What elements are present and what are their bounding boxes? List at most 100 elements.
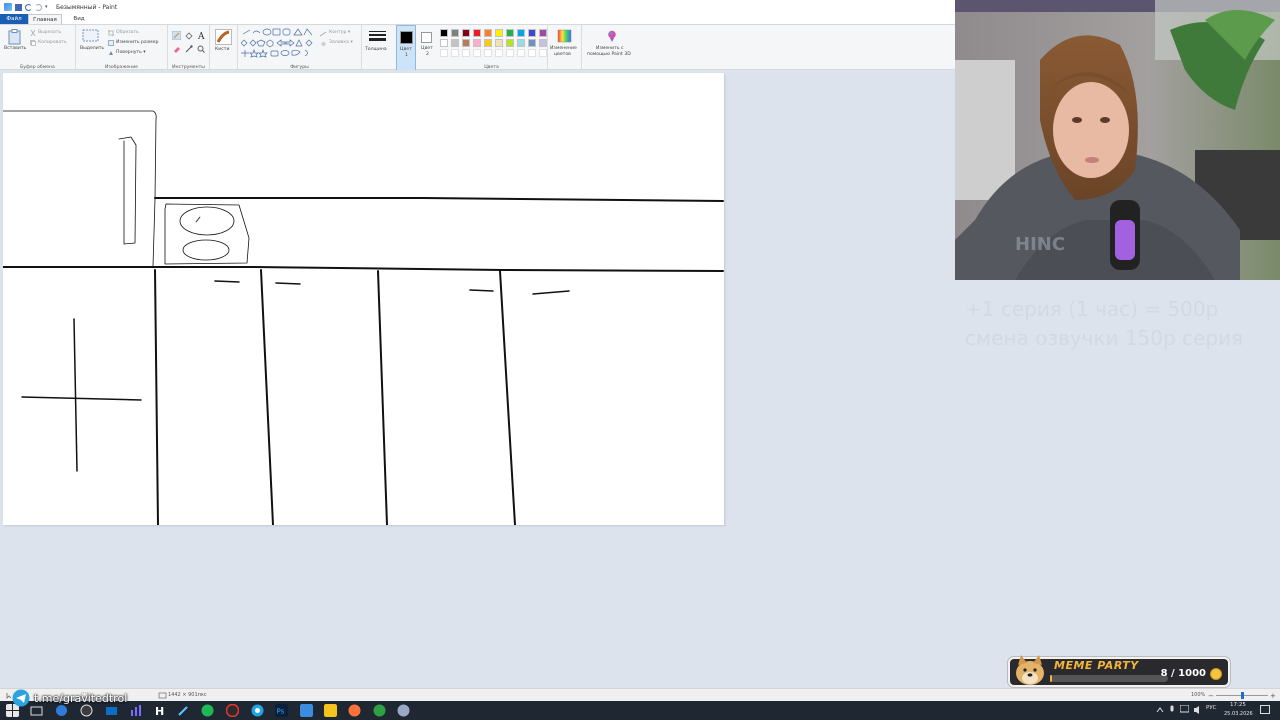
palette-swatch[interactable] [440, 29, 448, 37]
firefox-icon[interactable] [348, 704, 361, 717]
brushes-button[interactable]: Кисти [215, 47, 229, 52]
palette-swatch[interactable] [473, 39, 481, 47]
paint-taskbar-icon[interactable] [300, 704, 313, 717]
color2-selector[interactable]: Цвет 2 [418, 25, 436, 71]
palette-swatch[interactable] [440, 39, 448, 47]
pencil-icon[interactable] [172, 31, 181, 40]
browser-icon[interactable] [55, 704, 68, 717]
custom-color-slot[interactable] [440, 49, 448, 57]
custom-color-slot[interactable] [506, 49, 514, 57]
copy-button[interactable]: Копировать [38, 40, 67, 45]
color1-selector[interactable]: Цвет 1 [396, 25, 416, 71]
chrome-icon[interactable] [251, 704, 264, 717]
palette-swatch[interactable] [473, 29, 481, 37]
outline-dropdown[interactable]: Контур ▾ [329, 30, 350, 35]
crop-button[interactable]: Обрезать [116, 30, 139, 35]
hypixel-icon[interactable]: H [153, 704, 166, 717]
line-thickness-icon[interactable] [369, 31, 386, 43]
steam-icon[interactable] [397, 704, 410, 717]
clock-date[interactable]: 25.03.2026 [1224, 711, 1253, 717]
palette-swatch[interactable] [484, 39, 492, 47]
file-menu[interactable]: Файл [0, 14, 28, 24]
eraser-icon[interactable] [173, 45, 181, 53]
photoshop-icon[interactable]: Ps [275, 704, 288, 717]
size-button[interactable]: Толщина [365, 47, 387, 52]
customize-quick-access-icon[interactable]: ▾ [45, 3, 50, 11]
shapes-gallery[interactable] [241, 28, 317, 58]
volume-icon[interactable] [1193, 705, 1203, 715]
task-view-icon[interactable] [30, 704, 43, 717]
brush-icon[interactable] [215, 29, 232, 45]
select-button[interactable]: Выделить [80, 46, 104, 51]
edit-colors-line2[interactable]: цветов [554, 52, 571, 57]
save-icon[interactable] [15, 3, 22, 11]
paint3d-line1[interactable]: Изменить с [596, 46, 624, 51]
canvas-workspace [0, 70, 955, 688]
select-icon[interactable] [82, 29, 100, 43]
palette-swatch[interactable] [495, 39, 503, 47]
magnifier-icon[interactable] [197, 45, 205, 53]
resize-button[interactable]: Изменить размер [116, 40, 158, 45]
language-indicator[interactable]: РУС [1206, 705, 1217, 711]
palette-swatch[interactable] [451, 39, 459, 47]
zoom-slider[interactable]: − + [1208, 691, 1276, 700]
palette-swatch[interactable] [517, 29, 525, 37]
stroke-cross-horizontal [21, 396, 142, 401]
tab-home[interactable]: Главная [28, 14, 62, 24]
custom-color-slot[interactable] [473, 49, 481, 57]
custom-color-slot[interactable] [451, 49, 459, 57]
drawing-canvas[interactable] [2, 73, 724, 526]
palette-swatch[interactable] [539, 39, 547, 47]
custom-color-slot[interactable] [462, 49, 470, 57]
custom-color-slot[interactable] [517, 49, 525, 57]
palette-swatch[interactable] [506, 39, 514, 47]
clock-time[interactable]: 17:25 [1230, 702, 1246, 708]
xbox-icon[interactable] [373, 704, 386, 717]
text-tool-icon[interactable]: A [197, 31, 205, 40]
palette-swatch[interactable] [528, 39, 536, 47]
custom-color-slot[interactable] [539, 49, 547, 57]
yandex-icon[interactable] [324, 704, 337, 717]
paint3d-icon[interactable] [607, 30, 617, 43]
palette-swatch[interactable] [539, 29, 547, 37]
paste-icon[interactable] [8, 29, 22, 45]
pen-app-icon[interactable] [177, 704, 190, 717]
tray-chevron-icon[interactable] [1156, 706, 1164, 714]
edit-colors-line1[interactable]: Изменение [550, 46, 577, 51]
fill-dropdown[interactable]: Заливка ▾ [329, 40, 353, 45]
tab-view[interactable]: Вид [62, 14, 96, 24]
notifications-icon[interactable] [1260, 705, 1270, 715]
rotate-button[interactable]: Повернуть ▾ [116, 50, 146, 55]
palette-swatch[interactable] [451, 29, 459, 37]
palette-swatch[interactable] [484, 29, 492, 37]
quick-access-toolbar: ▾ [0, 3, 50, 11]
custom-color-slot[interactable] [495, 49, 503, 57]
network-icon[interactable] [1180, 705, 1189, 715]
record-app-icon[interactable] [226, 704, 239, 717]
stroke-fridge-handle [118, 136, 137, 245]
palette-swatch[interactable] [462, 29, 470, 37]
paint3d-line2[interactable]: помощью Paint 3D [587, 52, 631, 57]
redo-icon[interactable] [35, 3, 42, 11]
brushes-group: Кисти [210, 25, 238, 71]
custom-color-slot[interactable] [484, 49, 492, 57]
cut-button[interactable]: Вырезать [38, 30, 61, 35]
palette-swatch[interactable] [528, 29, 536, 37]
palette-swatch[interactable] [517, 39, 525, 47]
spotify-icon[interactable] [201, 704, 214, 717]
obs-icon[interactable] [80, 704, 93, 717]
microphone-icon[interactable] [1168, 705, 1176, 715]
undo-icon[interactable] [25, 3, 32, 11]
paste-button[interactable]: Вставить [4, 46, 26, 51]
stats-icon[interactable] [130, 704, 143, 717]
edit-colors-icon[interactable] [557, 29, 572, 43]
color-picker-icon[interactable] [185, 45, 193, 53]
mail-icon[interactable] [105, 704, 118, 717]
custom-color-slot[interactable] [528, 49, 536, 57]
palette-swatch[interactable] [506, 29, 514, 37]
meme-party-widget: MEME PARTY 8 / 1000 [1008, 655, 1230, 687]
palette-swatch[interactable] [462, 39, 470, 47]
fill-bucket-icon[interactable] [185, 32, 193, 40]
palette-swatch[interactable] [495, 29, 503, 37]
crop-icon [108, 30, 114, 36]
